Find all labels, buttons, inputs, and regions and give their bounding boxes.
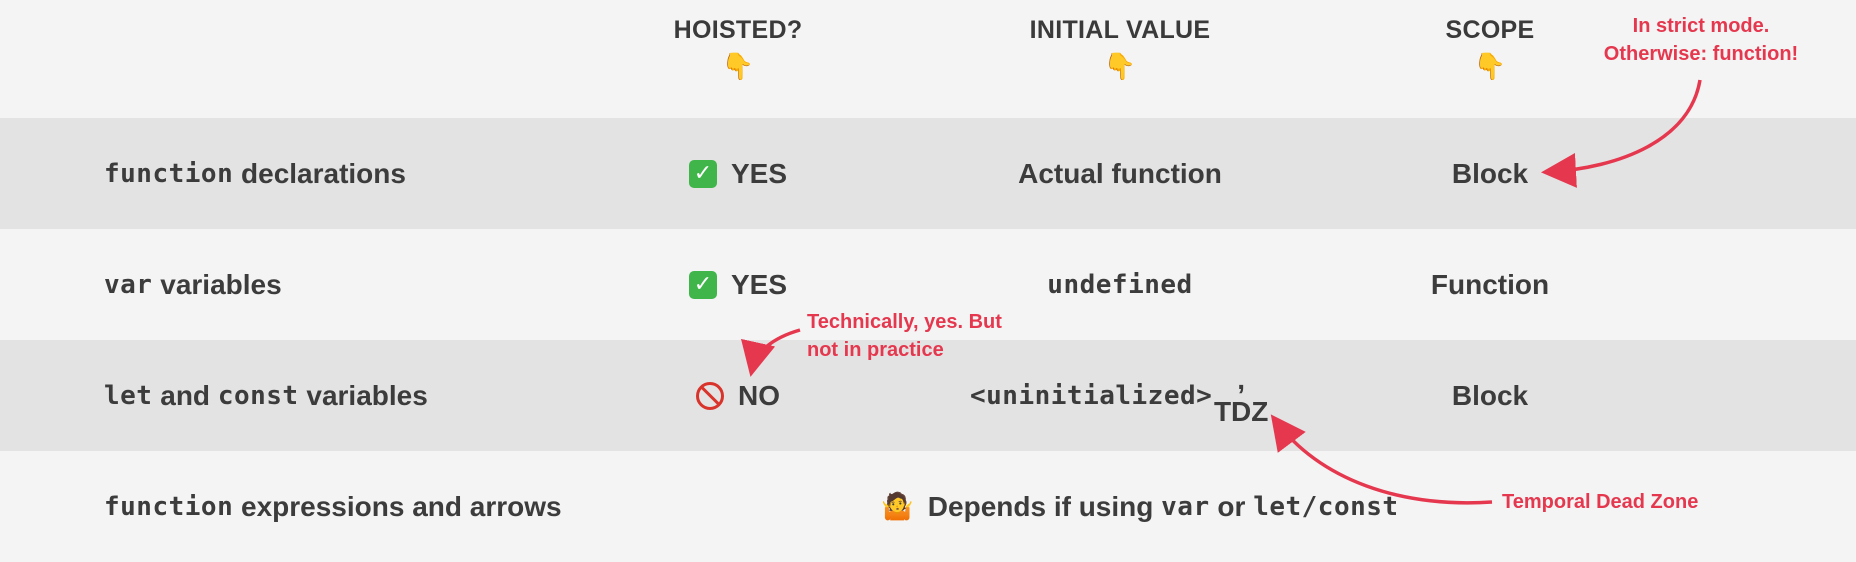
strict-mode-arrow <box>1541 79 1702 188</box>
tdz-arrow <box>1270 414 1493 505</box>
technically-arrow <box>741 328 801 377</box>
hoisting-slide: HOISTED? 👇 INITIAL VALUE 👇 SCOPE 👇 funct… <box>0 0 1856 562</box>
annotation-arrows <box>741 79 1702 505</box>
